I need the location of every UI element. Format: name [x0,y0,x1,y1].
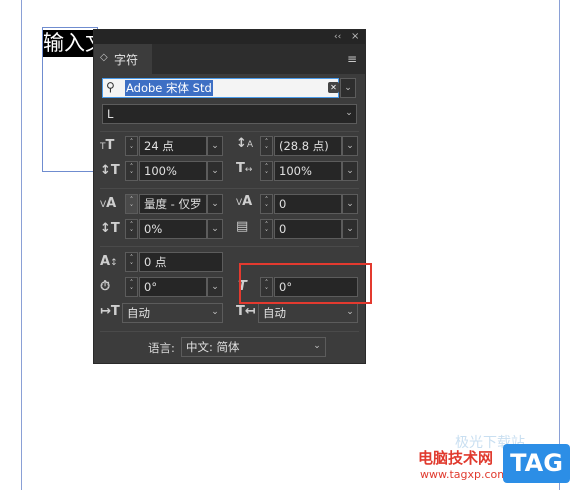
vertical-scale-field[interactable]: 100% [139,161,207,181]
font-size-icon: TT [100,138,115,153]
tsume-stepper[interactable]: ˄ ˅ [125,219,138,239]
baseline-shift-field[interactable]: 0 点 [139,252,223,272]
font-size-field[interactable]: 24 点 [139,136,207,156]
tab-character-label: 字符 [114,53,139,67]
font-style-field[interactable]: L [102,104,357,124]
vertical-scale-stepper[interactable]: ˄ ˅ [125,161,138,181]
kerning-field[interactable]: 量度 - 仅罗 [139,194,207,214]
highlight-box [239,263,372,304]
font-size-value: 24 点 [144,139,174,153]
leading-dropdown[interactable]: ⌄ [342,136,358,156]
language-value: 中文: 简体 [186,340,240,354]
tracking-icon: VA [236,194,253,209]
horizontal-scale-icon: T↔ [236,161,253,176]
panel-tab-row: ◇ 字符 ≡ [94,44,365,74]
horizontal-scale-value: 100% [279,164,312,178]
baseline-shift-value: 0 点 [144,255,167,269]
aki-right-value: 自动 [263,306,286,320]
font-style-dropdown[interactable]: ⌄ [341,104,357,124]
separator [100,331,359,332]
watermark-badge: TAG [503,444,570,483]
separator [100,246,359,247]
panel-menu-icon[interactable]: ≡ [347,52,357,66]
clear-icon[interactable]: ✕ [328,82,339,93]
watermark-url: www.tagxp.com [420,468,508,481]
watermark-site-name: 电脑技术网 [418,449,494,467]
vertical-scale-value: 100% [144,164,177,178]
language-label: 语言: [148,341,175,355]
font-family-value: Adobe 宋体 Std [125,80,213,96]
tsume-value: 0% [144,222,163,236]
language-select[interactable]: 中文: 简体 [181,337,326,357]
grid-indent-icon: ▤ [236,219,249,234]
page-guide-left [21,0,22,490]
tracking-value: 0 [279,197,287,211]
leading-icon: ↕A [236,136,254,151]
aki-right-dropdown[interactable]: ⌄ [342,303,358,323]
font-size-stepper[interactable]: ˄ ˅ [125,136,138,156]
rotation-stepper[interactable]: ˄ ˅ [125,277,138,297]
rotation-field[interactable]: 0° [139,277,207,297]
aki-left-icon: ↦T [100,304,120,319]
character-panel: ‹‹ × ◇ 字符 ≡ ⚲ Adobe 宋体 Std ✕ ⌄ L ⌄ TT ˄ ˅… [94,30,365,363]
tracking-stepper[interactable]: ˄ ˅ [260,194,273,214]
rotation-value: 0° [144,280,158,294]
horizontal-scale-field[interactable]: 100% [274,161,342,181]
rotation-icon: ⏱ [100,279,111,294]
kerning-dropdown[interactable]: ⌄ [207,194,223,214]
tsume-field[interactable]: 0% [139,219,207,239]
tracking-field[interactable]: 0 [274,194,342,214]
font-family-input[interactable]: ⚲ Adobe 宋体 Std ✕ [102,78,339,98]
page-guide-right [559,0,560,490]
language-dropdown[interactable]: ⌄ [309,337,325,357]
kerning-stepper[interactable]: ˄ ˅ [125,194,138,214]
close-icon[interactable]: × [351,30,359,44]
tab-arrow-icon: ◇ [100,52,108,63]
kerning-value: 量度 - 仅罗 [144,197,202,211]
tab-character[interactable]: ◇ 字符 [94,44,152,74]
baseline-shift-icon: A↕ [100,254,118,269]
leading-field[interactable]: (28.8 点) [274,136,342,156]
baseline-shift-stepper[interactable]: ˄ ˅ [125,252,138,272]
kerning-icon: VA [100,196,117,211]
vertical-scale-icon: ↕T [100,163,120,178]
aki-left-dropdown[interactable]: ⌄ [207,303,223,323]
selected-text[interactable]: 输入文 [43,30,97,57]
search-icon: ⚲ [106,80,115,94]
tsume-dropdown[interactable]: ⌄ [207,219,223,239]
grid-indent-value: 0 [279,222,287,236]
tracking-dropdown[interactable]: ⌄ [342,194,358,214]
vertical-scale-dropdown[interactable]: ⌄ [207,161,223,181]
collapse-icon[interactable]: ‹‹ [334,30,341,44]
font-size-dropdown[interactable]: ⌄ [207,136,223,156]
horizontal-scale-stepper[interactable]: ˄ ˅ [260,161,273,181]
grid-indent-stepper[interactable]: ˄ ˅ [260,219,273,239]
font-style-value: L [107,107,114,121]
leading-stepper[interactable]: ˄ ˅ [260,136,273,156]
grid-indent-field[interactable]: 0 [274,219,342,239]
rotation-dropdown[interactable]: ⌄ [207,277,223,297]
tsume-icon: ↕T [100,221,120,236]
aki-right-icon: T↤ [236,304,256,319]
horizontal-scale-dropdown[interactable]: ⌄ [342,161,358,181]
font-family-dropdown[interactable]: ⌄ [340,78,356,98]
aki-left-value: 自动 [127,306,150,320]
separator [100,131,359,132]
separator [100,188,359,189]
leading-value: (28.8 点) [279,139,329,153]
panel-title-bar[interactable]: ‹‹ × [94,30,365,44]
grid-indent-dropdown[interactable]: ⌄ [342,219,358,239]
